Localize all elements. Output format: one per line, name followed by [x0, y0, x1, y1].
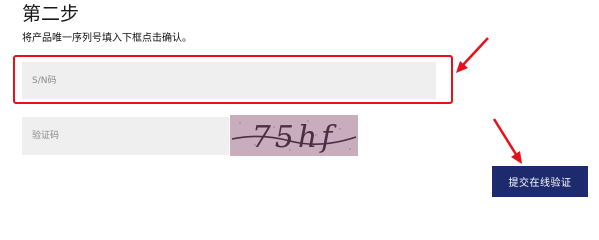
sn-input[interactable] — [22, 62, 436, 99]
submit-verify-button[interactable]: 提交在线验证 — [492, 166, 588, 197]
instruction-text: 将产品唯一序列号填入下框点击确认。 — [22, 33, 192, 44]
captcha-image[interactable]: 75hf — [230, 115, 358, 156]
step-title: 第二步 — [22, 3, 80, 25]
captcha-input[interactable] — [22, 117, 229, 155]
